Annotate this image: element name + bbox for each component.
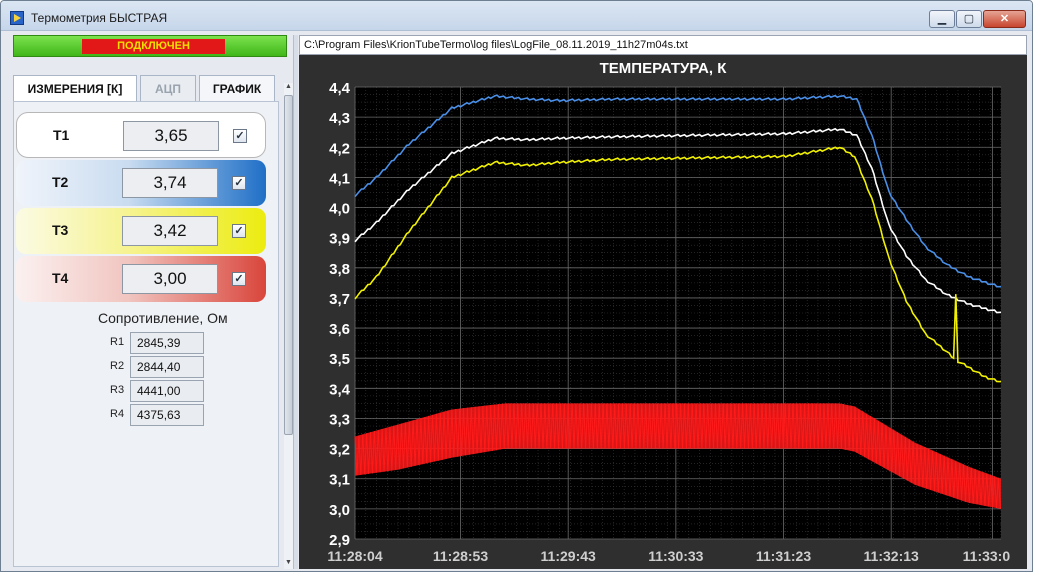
tab-graph[interactable]: ГРАФИК bbox=[199, 75, 275, 101]
y-tick-label: 2,9 bbox=[329, 532, 350, 549]
panel-splitter[interactable] bbox=[293, 35, 298, 569]
x-tick-label: 11:31:23 bbox=[756, 548, 811, 564]
sensor-name: T1 bbox=[53, 127, 70, 143]
y-tick-label: 3,1 bbox=[329, 472, 350, 489]
log-file-path: C:\Program Files\KrionTubeTermo\log file… bbox=[299, 35, 1027, 55]
sensor-row-t4: T4 3,00 ✓ bbox=[16, 256, 266, 302]
left-panel: ПОДКЛЮЧЕН ИЗМЕРЕНИЯ [К] АЦП ГРАФИК T1 3,… bbox=[9, 35, 293, 569]
sensor-checkbox[interactable]: ✓ bbox=[233, 129, 247, 143]
sensor-value: 3,65 bbox=[123, 121, 219, 151]
sensor-checkbox[interactable]: ✓ bbox=[232, 224, 246, 238]
scrollbar-thumb[interactable] bbox=[284, 95, 293, 435]
y-tick-label: 4,1 bbox=[329, 170, 350, 187]
sensor-row-t1: T1 3,65 ✓ bbox=[16, 112, 266, 158]
window-title: Термометрия БЫСТРАЯ bbox=[31, 11, 168, 25]
minimize-button[interactable]: ▁ bbox=[929, 10, 955, 28]
resistance-label: R4 bbox=[110, 408, 125, 420]
title-bar: Термометрия БЫСТРАЯ ▁ ▢ ✕ bbox=[1, 1, 1032, 31]
sensor-name: T2 bbox=[52, 174, 69, 190]
scroll-down-arrow-icon[interactable]: ▼ bbox=[284, 559, 293, 569]
resistance-label: R1 bbox=[110, 336, 125, 348]
sensor-row-t2: T2 3,74 ✓ bbox=[16, 160, 266, 206]
tab-adc[interactable]: АЦП bbox=[140, 75, 196, 101]
graph-panel: C:\Program Files\KrionTubeTermo\log file… bbox=[299, 35, 1027, 569]
resistance-value: 2845,39 bbox=[130, 332, 204, 354]
x-tick-label: 11:30:33 bbox=[648, 548, 703, 564]
y-tick-label: 3,5 bbox=[329, 351, 350, 368]
x-tick-label: 11:29:43 bbox=[541, 548, 596, 564]
measurements-tab-body: T1 3,65 ✓ T2 3,74 ✓ T3 3,42 ✓ T4 3,00 ✓ … bbox=[13, 101, 279, 567]
y-tick-label: 3,0 bbox=[329, 502, 350, 519]
scroll-up-arrow-icon[interactable]: ▲ bbox=[284, 83, 293, 93]
x-tick-label: 11:28:53 bbox=[433, 548, 488, 564]
x-tick-label: 11:28:04 bbox=[327, 548, 382, 564]
window-controls: ▁ ▢ ✕ bbox=[928, 10, 1026, 28]
sensor-value: 3,00 bbox=[122, 264, 218, 294]
connection-status-label: ПОДКЛЮЧЕН bbox=[82, 39, 225, 54]
y-tick-label: 3,7 bbox=[329, 291, 350, 308]
y-tick-label: 3,2 bbox=[329, 442, 350, 459]
left-panel-scrollbar[interactable]: ▲ ▼ bbox=[284, 83, 293, 569]
y-tick-label: 3,4 bbox=[329, 381, 351, 398]
resistance-row-r3: R3 4441,00 bbox=[110, 380, 260, 402]
y-tick-label: 4,3 bbox=[329, 110, 350, 127]
tab-measurements[interactable]: ИЗМЕРЕНИЯ [К] bbox=[13, 75, 137, 103]
resistance-row-r2: R2 2844,40 bbox=[110, 356, 260, 378]
x-tick-label: 11:32:13 bbox=[864, 548, 919, 564]
labview-app-icon bbox=[10, 11, 24, 25]
app-window: Термометрия БЫСТРАЯ ▁ ▢ ✕ ПОДКЛЮЧЕН ИЗМЕ… bbox=[0, 0, 1033, 572]
y-tick-label: 4,4 bbox=[329, 80, 351, 97]
resistance-value: 4375,63 bbox=[130, 404, 204, 426]
sensor-checkbox[interactable]: ✓ bbox=[232, 176, 246, 190]
resistance-label: R3 bbox=[110, 384, 125, 396]
y-tick-label: 4,2 bbox=[329, 140, 350, 157]
resistance-value: 4441,00 bbox=[130, 380, 204, 402]
y-tick-label: 3,9 bbox=[329, 231, 350, 248]
y-tick-label: 4,0 bbox=[329, 201, 350, 218]
sensor-value: 3,74 bbox=[122, 168, 218, 198]
resistance-row-r1: R1 2845,39 bbox=[110, 332, 260, 354]
y-tick-label: 3,3 bbox=[329, 411, 350, 428]
sensor-checkbox[interactable]: ✓ bbox=[232, 272, 246, 286]
sensor-name: T3 bbox=[52, 222, 69, 238]
chart-title: ТЕМПЕРАТУРА, К bbox=[600, 60, 728, 77]
close-button[interactable]: ✕ bbox=[983, 10, 1026, 28]
resistance-title: Сопротивление, Ом bbox=[98, 310, 228, 326]
y-tick-label: 3,8 bbox=[329, 261, 350, 278]
maximize-button[interactable]: ▢ bbox=[956, 10, 982, 28]
tab-strip: ИЗМЕРЕНИЯ [К] АЦП ГРАФИК bbox=[13, 75, 279, 103]
resistance-row-r4: R4 4375,63 bbox=[110, 404, 260, 426]
connection-status-bar: ПОДКЛЮЧЕН bbox=[13, 35, 287, 57]
resistance-label: R2 bbox=[110, 360, 125, 372]
y-tick-label: 3,6 bbox=[329, 321, 350, 338]
sensor-name: T4 bbox=[52, 270, 69, 286]
sensor-value: 3,42 bbox=[122, 216, 218, 246]
sensor-row-t3: T3 3,42 ✓ bbox=[16, 208, 266, 254]
x-tick-label: 11:33:0 bbox=[963, 548, 1011, 564]
temperature-chart: ТЕМПЕРАТУРА, К 2,9 3,0 3,1 3,2 3,3 3,4 3,5 3,6 3… bbox=[299, 55, 1027, 569]
resistance-value: 2844,40 bbox=[130, 356, 204, 378]
